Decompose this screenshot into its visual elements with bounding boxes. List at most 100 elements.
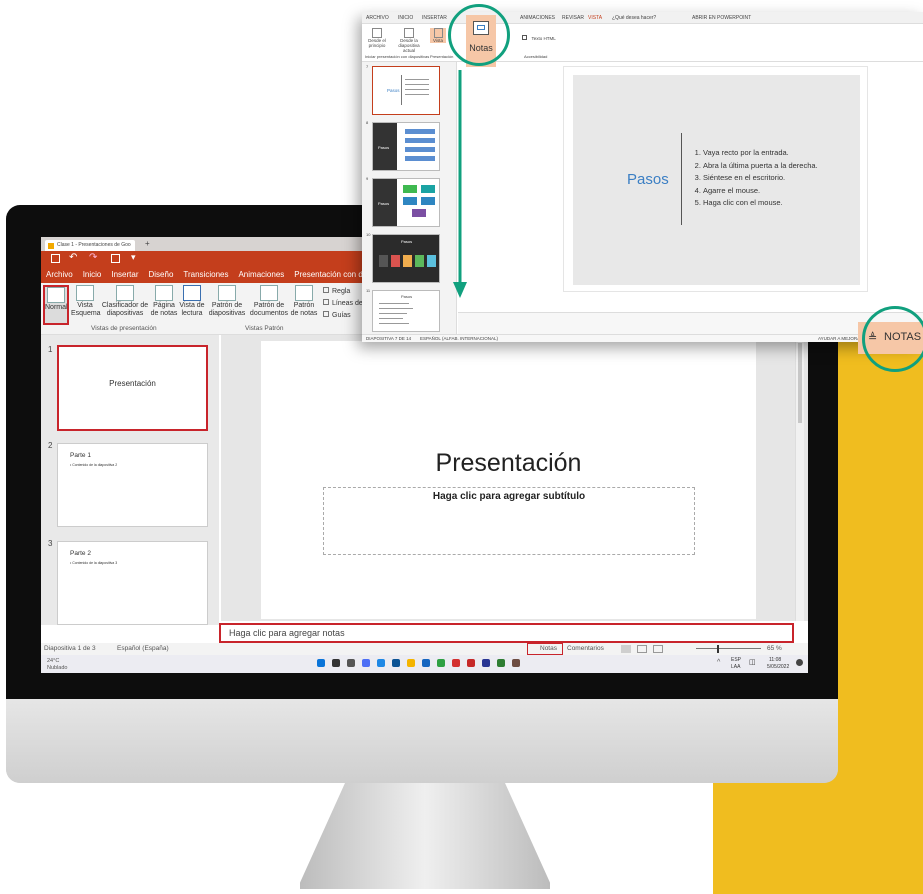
normal-view-icon[interactable] bbox=[621, 645, 631, 653]
tray-lang[interactable]: ESP bbox=[731, 657, 741, 663]
overlay-notes-area bbox=[458, 312, 923, 334]
notes-page-button[interactable]: Página de notas bbox=[149, 285, 179, 318]
overlay-slide[interactable]: Pasos Vaya recto por la entrada. Abra la… bbox=[563, 66, 868, 292]
save-icon[interactable] bbox=[51, 254, 60, 263]
taskview-icon[interactable] bbox=[347, 659, 355, 667]
overlay-tab-inicio[interactable]: INICIO bbox=[398, 15, 413, 21]
overlay-thumb-8[interactable]: Pasos bbox=[372, 122, 440, 171]
sorter-view-icon[interactable] bbox=[637, 645, 647, 653]
overlay-tab-animaciones[interactable]: ANIMACIONES bbox=[520, 15, 555, 21]
overlay-thumb-11[interactable]: Pasos bbox=[372, 290, 440, 332]
overlay-help-improve[interactable]: AYUDAR A MEJORAR bbox=[818, 336, 863, 341]
customize-icon[interactable]: ▾ bbox=[131, 252, 136, 263]
step-item: Agarre el mouse. bbox=[703, 185, 818, 198]
overlay-thumb-10[interactable]: Pasos bbox=[372, 234, 440, 283]
new-tab-icon[interactable]: + bbox=[145, 239, 150, 248]
from-beginning-icon bbox=[372, 28, 382, 38]
slide-thumbnail-3[interactable]: Parte 2 • Contenido de la diapositiva 3 bbox=[57, 541, 208, 625]
thumb-line bbox=[379, 303, 409, 304]
chrome-icon[interactable] bbox=[437, 659, 445, 667]
browser-tab[interactable]: Clase 1 - Presentaciones de Goo bbox=[45, 240, 135, 251]
overlay-thumb-9[interactable]: Pasos bbox=[372, 178, 440, 227]
search-icon[interactable] bbox=[332, 659, 340, 667]
notification-icon[interactable] bbox=[796, 659, 803, 666]
volume-icon[interactable]: ◫ bbox=[749, 658, 756, 666]
zoom-slider[interactable] bbox=[696, 648, 761, 649]
overlay-thumb-number: 7 bbox=[366, 64, 369, 69]
tray-region[interactable]: LAA bbox=[731, 664, 740, 670]
zoom-level[interactable]: 65 % bbox=[767, 645, 782, 652]
tab-transiciones[interactable]: Transiciones bbox=[178, 267, 233, 283]
show-checkboxes: Regla Líneas de Guías bbox=[323, 286, 363, 322]
clock-date[interactable]: 5/05/2022 bbox=[767, 664, 789, 670]
html-text-checkbox[interactable]: Texto HTML bbox=[522, 27, 556, 45]
tab-insertar[interactable]: Insertar bbox=[106, 267, 143, 283]
tab-animaciones[interactable]: Animaciones bbox=[233, 267, 289, 283]
overlay-thumb-7[interactable]: Pasos bbox=[372, 66, 440, 115]
reading-view-button[interactable]: Vista de lectura bbox=[177, 285, 207, 318]
present-icon[interactable] bbox=[111, 254, 120, 263]
undo-icon[interactable]: ↶ bbox=[69, 252, 77, 263]
view-button[interactable]: Vista bbox=[430, 28, 446, 43]
subtitle-placeholder[interactable]: Haga clic para agregar subtítulo bbox=[323, 487, 695, 555]
tab-diseno[interactable]: Diseño bbox=[144, 267, 179, 283]
current-slide[interactable]: Presentación Haga clic para agregar subt… bbox=[261, 341, 756, 619]
overlay-status-bar: DIAPOSITIVA 7 DE 14 ESPAÑOL (ALFAB. INTE… bbox=[362, 334, 923, 342]
overlay-tab-vista[interactable]: VISTA bbox=[588, 15, 602, 21]
acrobat-icon[interactable] bbox=[452, 659, 460, 667]
premiere-icon[interactable] bbox=[482, 659, 490, 667]
slide-sorter-button[interactable]: Clasificador de diapositivas bbox=[99, 285, 151, 318]
windows-taskbar: 24°C Nublado ^ ESP LAA ◫ 11:08 5/05/2022 bbox=[41, 655, 808, 673]
notes-pane[interactable]: Haga clic para agregar notas bbox=[219, 623, 794, 643]
tab-inicio[interactable]: Inicio bbox=[78, 267, 107, 283]
slide-master-button[interactable]: Patrón de diapositivas bbox=[207, 285, 247, 318]
overlay-help-search[interactable]: ¿Qué desea hacer? bbox=[612, 15, 656, 21]
app2-icon[interactable] bbox=[512, 659, 520, 667]
notes-master-button[interactable]: Patrón de notas bbox=[289, 285, 319, 318]
start-icon[interactable] bbox=[317, 659, 325, 667]
vertical-scrollbar[interactable] bbox=[795, 335, 804, 621]
comments-status-button[interactable]: Comentarios bbox=[567, 645, 604, 652]
from-current-button[interactable]: Desde la diapositiva actual bbox=[392, 28, 426, 53]
from-beginning-button[interactable]: Desde el principio bbox=[366, 28, 388, 48]
thumb-number: 1 bbox=[48, 345, 53, 354]
explorer-icon[interactable] bbox=[407, 659, 415, 667]
overlay-tabs: ARCHIVO INICIO INSERTAR ANIMACIONES REVI… bbox=[362, 12, 923, 24]
view-icon bbox=[433, 28, 443, 38]
outline-view-icon bbox=[76, 285, 94, 301]
guides-checkbox[interactable]: Guías bbox=[323, 310, 363, 322]
scroll-thumb[interactable] bbox=[798, 343, 802, 423]
edge-icon[interactable] bbox=[377, 659, 385, 667]
slide-thumbnail-2[interactable]: Parte 1 • Contenido de la diapositiva 2 bbox=[57, 443, 208, 527]
mail-icon[interactable] bbox=[422, 659, 430, 667]
slide-title[interactable]: Presentación bbox=[261, 449, 756, 478]
overlay-ribbon: Desde el principio Desde la diapositiva … bbox=[362, 24, 923, 62]
tab-archivo[interactable]: Archivo bbox=[41, 267, 78, 283]
thumb-title: Parte 2 bbox=[70, 550, 91, 557]
overlay-open-ppt[interactable]: ABRIR EN POWERPOINT bbox=[692, 15, 751, 21]
tray-chevron-icon[interactable]: ^ bbox=[717, 659, 720, 666]
clock-time[interactable]: 11:08 bbox=[769, 657, 781, 663]
chat-icon[interactable] bbox=[362, 659, 370, 667]
ruler-checkbox[interactable]: Regla bbox=[323, 286, 363, 298]
reading-view-icon[interactable] bbox=[653, 645, 663, 653]
redo-icon[interactable]: ↷ bbox=[89, 252, 97, 263]
overlay-tab-insertar[interactable]: INSERTAR bbox=[422, 15, 447, 21]
normal-view-button[interactable]: Normal bbox=[43, 285, 69, 325]
overlay-tab-revisar[interactable]: REVISAR bbox=[562, 15, 584, 21]
outline-view-button[interactable]: Vista Esquema bbox=[71, 285, 101, 318]
zoom-thumb[interactable] bbox=[717, 645, 719, 653]
overlay-tab-archivo[interactable]: ARCHIVO bbox=[366, 15, 389, 21]
slide-thumbnail-1[interactable]: Presentación bbox=[57, 345, 208, 431]
step-item: Siéntese en el escritorio. bbox=[703, 172, 818, 185]
app-icon[interactable] bbox=[497, 659, 505, 667]
notes-status-button[interactable]: Notas bbox=[527, 643, 563, 655]
office-icon[interactable] bbox=[467, 659, 475, 667]
overlay-thumb-title: Pasos bbox=[387, 88, 400, 93]
store-icon[interactable] bbox=[392, 659, 400, 667]
language-status[interactable]: Español (España) bbox=[117, 645, 169, 652]
gridlines-checkbox[interactable]: Líneas de bbox=[323, 298, 363, 310]
handout-master-button[interactable]: Patrón de documentos bbox=[247, 285, 291, 318]
overlay-thumb-title: Pasos bbox=[401, 239, 413, 244]
thumb-card bbox=[415, 255, 424, 267]
